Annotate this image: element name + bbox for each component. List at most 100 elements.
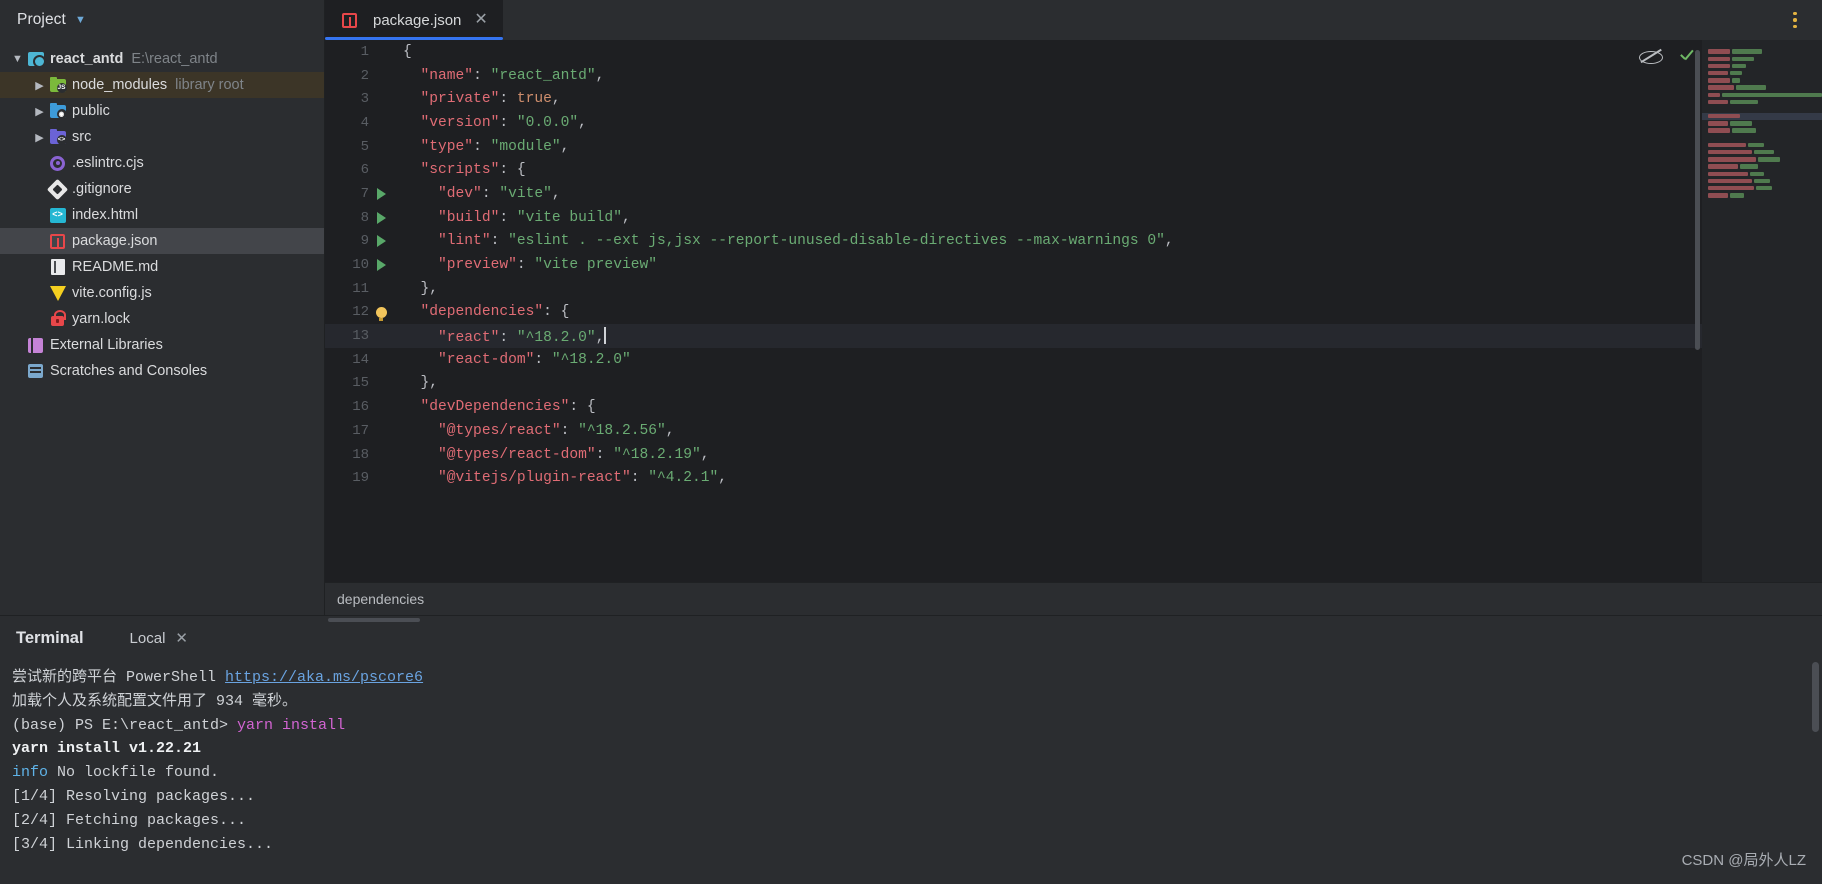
eslint-icon <box>49 155 66 172</box>
terminal-line: [3/4] Linking dependencies... <box>12 835 274 853</box>
hide-inspections-icon[interactable] <box>1639 48 1663 64</box>
folder-node-icon: JS <box>49 76 67 94</box>
html-icon: <> <box>49 207 66 224</box>
ide-window: Project ▼ ▼ react_antd E:\react_antd ▶ JS nod… <box>0 0 1822 884</box>
code-line: 3 "private": true, <box>325 87 1822 111</box>
line-number: 18 <box>352 446 369 463</box>
chevron-down-icon[interactable]: ▼ <box>11 53 24 66</box>
run-script-icon[interactable] <box>369 259 393 272</box>
tree-item-yarn-lock[interactable]: yarn.lock <box>0 306 324 332</box>
line-number: 5 <box>360 138 369 155</box>
intention-bulb-icon[interactable] <box>369 306 393 321</box>
chevron-down-icon[interactable]: ▼ <box>75 14 86 26</box>
terminal-header: Terminal Local ✕ <box>0 616 1822 660</box>
terminal-line: [2/4] Fetching packages... <box>12 811 247 829</box>
project-sidebar: Project ▼ ▼ react_antd E:\react_antd ▶ JS nod… <box>0 0 325 615</box>
tree-item-external-libraries[interactable]: External Libraries <box>0 332 324 358</box>
tree-item-src[interactable]: ▶ <> src <box>0 124 324 150</box>
chevron-right-icon[interactable]: ▶ <box>33 79 46 92</box>
terminal-scrollbar[interactable] <box>1812 662 1819 732</box>
code-editor[interactable]: 1{2 "name": "react_antd", 3 "private": tr… <box>325 40 1822 582</box>
terminal-output[interactable]: 尝试新的跨平台 PowerShell https://aka.ms/pscore… <box>0 660 1822 884</box>
upper-region: Project ▼ ▼ react_antd E:\react_antd ▶ JS nod… <box>0 0 1822 615</box>
editor-area: package.json ✕ 1{2 "name": "react_antd",… <box>325 0 1822 615</box>
tree-item-label: node_modules <box>72 77 168 93</box>
vite-icon <box>49 285 66 302</box>
tree-item-label: .gitignore <box>72 181 132 197</box>
minimap-row <box>1702 112 1822 120</box>
code-line: 4 "version": "0.0.0", <box>325 111 1822 135</box>
markdown-icon <box>49 259 66 276</box>
minimap-row <box>1702 134 1822 141</box>
more-options-icon[interactable] <box>1780 0 1810 40</box>
tree-item--eslintrc-cjs[interactable]: .eslintrc.cjs <box>0 150 324 176</box>
minimap-row <box>1702 62 1822 69</box>
minimap-row <box>1702 149 1822 156</box>
line-number: 8 <box>360 209 369 226</box>
code-line: 6 "scripts": { <box>325 158 1822 182</box>
tabbar-spacer <box>503 0 1780 40</box>
code-text: }, <box>420 375 439 392</box>
code-text: "@vitejs/plugin-react": "^4.2.1", <box>438 470 728 487</box>
close-icon[interactable]: ✕ <box>474 12 487 28</box>
line-number: 15 <box>352 375 369 392</box>
editor-tabbar: package.json ✕ <box>325 0 1822 40</box>
project-tree: ▼ react_antd E:\react_antd ▶ JS node_modules l… <box>0 40 324 384</box>
folder-public-icon: ◉ <box>49 102 67 120</box>
tree-item-label: index.html <box>72 207 139 223</box>
terminal-tab-local[interactable]: Local ✕ <box>129 629 188 648</box>
tree-item-react-antd[interactable]: ▼ react_antd E:\react_antd <box>0 46 324 72</box>
minimap-row <box>1702 120 1822 127</box>
terminal-line: yarn install v1.22.21 <box>12 740 202 758</box>
minimap-row <box>1702 156 1822 163</box>
editor-scrollbar[interactable] <box>1695 50 1700 350</box>
run-script-icon[interactable] <box>369 187 393 200</box>
tree-item-readme-md[interactable]: README.md <box>0 254 324 280</box>
terminal-line: 加载个人及系统配置文件用了 934 毫秒。 <box>12 692 298 710</box>
minimap-row <box>1702 185 1822 192</box>
code-minimap[interactable] <box>1702 40 1822 582</box>
code-text: "lint": "eslint . --ext js,jsx --report-… <box>438 233 1174 250</box>
close-icon[interactable]: ✕ <box>175 629 188 647</box>
run-script-icon[interactable] <box>369 235 393 248</box>
tree-item-label: src <box>72 129 92 145</box>
minimap-row <box>1702 106 1822 113</box>
breadcrumb-label: dependencies <box>337 591 425 607</box>
text-caret <box>604 326 606 344</box>
code-line: 5 "type": "module", <box>325 135 1822 159</box>
tree-item-scratches-and-consoles[interactable]: Scratches and Consoles <box>0 358 324 384</box>
panel-resize-handle[interactable] <box>328 618 420 622</box>
code-line: 15 }, <box>325 372 1822 396</box>
code-line: 8 "build": "vite build", <box>325 206 1822 230</box>
tree-item-node-modules[interactable]: ▶ JS node_modules library root <box>0 72 324 98</box>
line-number: 1 <box>360 43 369 60</box>
code-line: 16 "devDependencies": { <box>325 395 1822 419</box>
terminal-link[interactable]: https://aka.ms/pscore6 <box>225 669 423 686</box>
breadcrumb[interactable]: dependencies <box>325 582 1822 615</box>
terminal-line: (base) PS E:\react_antd> yarn install <box>12 716 346 734</box>
tab-package-json[interactable]: package.json ✕ <box>325 0 503 40</box>
module-icon <box>27 51 46 68</box>
tree-item-vite-config-js[interactable]: vite.config.js <box>0 280 324 306</box>
tree-item--gitignore[interactable]: .gitignore <box>0 176 324 202</box>
tree-item-label: public <box>72 103 110 119</box>
code-line: 14 "react-dom": "^18.2.0" <box>325 348 1822 372</box>
code-lines: 1{2 "name": "react_antd", 3 "private": tr… <box>325 40 1822 490</box>
tree-item-index-html[interactable]: <> index.html <box>0 202 324 228</box>
external-libraries-icon <box>27 337 44 354</box>
tree-item-public[interactable]: ▶ ◉ public <box>0 98 324 124</box>
terminal-tab-label: Local <box>129 629 166 647</box>
code-line: 11 }, <box>325 277 1822 301</box>
line-number: 16 <box>352 399 369 416</box>
code-text: "preview": "vite preview" <box>438 257 657 274</box>
tree-item-package-json[interactable]: package.json <box>0 228 324 254</box>
code-text: "react-dom": "^18.2.0" <box>438 351 631 368</box>
code-line: 7 "dev": "vite", <box>325 182 1822 206</box>
terminal-line: 尝试新的跨平台 PowerShell https://aka.ms/pscore… <box>12 669 424 686</box>
run-script-icon[interactable] <box>369 211 393 224</box>
chevron-right-icon[interactable]: ▶ <box>33 131 46 144</box>
no-problems-check-icon[interactable] <box>1679 49 1694 64</box>
project-panel-header[interactable]: Project ▼ <box>0 0 324 40</box>
tree-item-label: yarn.lock <box>72 311 131 327</box>
chevron-right-icon[interactable]: ▶ <box>33 105 46 118</box>
